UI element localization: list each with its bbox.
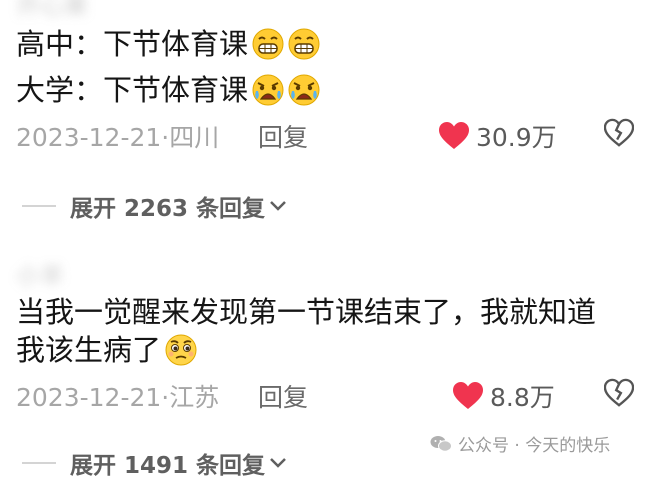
crying-emoji-icon [288, 74, 320, 106]
comment-date: 2023-12-21· [16, 123, 170, 152]
grin-emoji-icon [288, 28, 320, 60]
grin-emoji-icon [252, 28, 284, 60]
crying-emoji-icon [252, 74, 284, 106]
comment-meta: 2023-12-21·四川 [16, 118, 219, 154]
comment-meta: 2023-12-21·江苏 [16, 378, 219, 414]
comment-text: 当我一觉醒来发现第一节课结束了，我就知道 [16, 295, 597, 329]
chevron-down-icon [270, 458, 286, 468]
chevron-down-icon [270, 201, 286, 211]
comment-text-line: 当我一觉醒来发现第一节课结束了，我就知道 [16, 292, 596, 332]
wechat-icon [430, 435, 452, 452]
comment-text: 大学：下节体育课 [16, 73, 249, 107]
comment-text: 高中：下节体育课 [16, 27, 249, 61]
comment-text-line: 我该生病了 [16, 330, 197, 370]
like-count: 30.9万 [476, 123, 557, 152]
like-button[interactable]: 30.9万 [438, 118, 557, 154]
comment-date: 2023-12-21· [16, 383, 170, 412]
watermark-text: 公众号 · 今天的快乐 [458, 436, 611, 456]
expand-replies-label: 展开 1491 条回复 [70, 453, 266, 479]
reply-button[interactable]: 回复 [258, 118, 308, 154]
like-button[interactable]: 8.8万 [452, 378, 555, 414]
comment-location: 四川 [169, 123, 220, 152]
heart-icon [453, 382, 483, 409]
like-count: 8.8万 [490, 383, 555, 412]
dislike-icon[interactable] [604, 378, 634, 408]
comment-username[interactable]: 小羊 [16, 256, 64, 291]
expand-replies-button[interactable]: 展开 1491 条回复 [22, 446, 287, 480]
comment-location: 江苏 [169, 383, 220, 412]
expand-replies-label: 展开 2263 条回复 [70, 196, 266, 222]
expand-replies-button[interactable]: 展开 2263 条回复 [22, 189, 287, 223]
divider [22, 205, 56, 207]
pleading-emoji-icon [165, 334, 197, 366]
dislike-icon[interactable] [604, 118, 634, 148]
watermark: 公众号 · 今天的快乐 [430, 431, 610, 456]
comment-text-line: 大学：下节体育课 [16, 70, 320, 110]
comment-username[interactable]: 开心果 [16, 0, 88, 21]
reply-button[interactable]: 回复 [258, 378, 308, 414]
divider [22, 462, 56, 464]
heart-icon [439, 122, 469, 149]
comment-text: 我该生病了 [16, 333, 162, 367]
comment-text-line: 高中：下节体育课 [16, 24, 320, 64]
